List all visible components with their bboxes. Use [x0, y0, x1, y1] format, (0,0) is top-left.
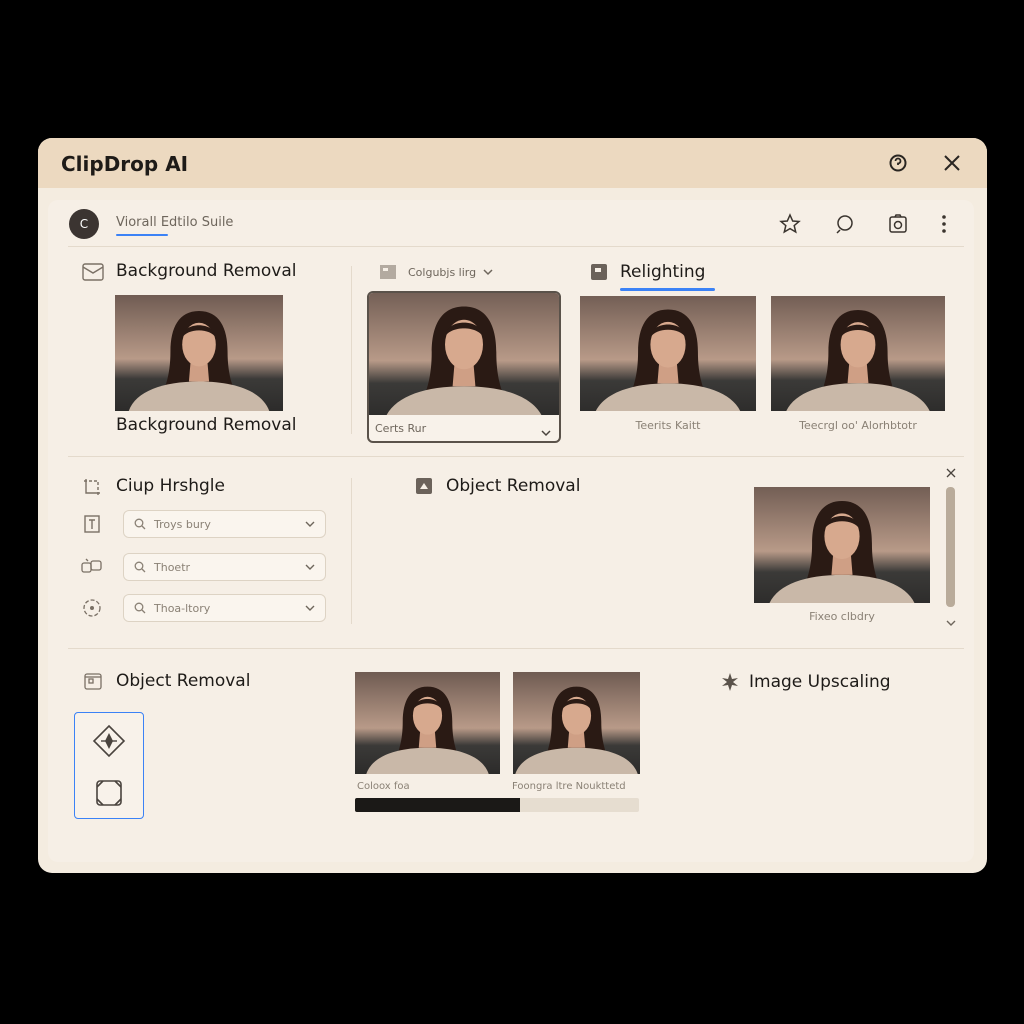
- result-caption-1: Coloox foa: [357, 781, 410, 792]
- transform-icon: [96, 780, 122, 806]
- search-icon: [836, 215, 853, 234]
- app-logo: C: [69, 209, 99, 239]
- relighting-preview-2[interactable]: [771, 296, 945, 411]
- background-removal-preview[interactable]: [115, 295, 283, 411]
- main-panel: C Viorall Edtilo Suile Background Remova…: [48, 200, 974, 862]
- object-removal-icon: [414, 476, 434, 496]
- chevron-down-icon: [305, 605, 315, 611]
- search-icon: [134, 561, 146, 573]
- move-icon: [92, 724, 126, 758]
- progress-fill: [355, 798, 520, 812]
- chevron-down-icon: [305, 521, 315, 527]
- top-divider-1: [351, 266, 352, 434]
- search-icon: [134, 518, 146, 530]
- filter-dropdown-3-value: Thoa-ltory: [154, 601, 211, 615]
- object-removal-preview-caption: Fixeo clbdry: [809, 610, 875, 623]
- filter-dropdown-2[interactable]: Thoetr: [123, 553, 326, 581]
- camera-icon: [889, 214, 907, 233]
- filter-dropdown-1[interactable]: Troys bury: [123, 510, 326, 538]
- filter-dropdown-3[interactable]: Thoa-ltory: [123, 594, 326, 622]
- filter-dropdown-2-value: Thoetr: [154, 560, 191, 574]
- document-icon: [82, 514, 102, 534]
- relight-icon: [589, 262, 609, 282]
- object-removal-tool-icon: [82, 670, 104, 692]
- panel-close-button[interactable]: [944, 466, 958, 480]
- scroll-down-button[interactable]: [944, 617, 958, 629]
- relighting-caption-2: Teecrgl oo' Alorhbtotr: [799, 419, 917, 432]
- layers-icon: [80, 556, 104, 576]
- star-icon: [779, 213, 801, 234]
- filter-dropdown-1-value: Troys bury: [154, 517, 211, 531]
- sparkle-icon: [719, 672, 741, 692]
- card-chevron-icon[interactable]: [541, 422, 551, 441]
- search-icon: [134, 602, 146, 614]
- relighting-preview-1[interactable]: [580, 296, 756, 411]
- close-icon: [944, 155, 960, 171]
- close-icon: [946, 468, 956, 478]
- section-divider-2: [68, 648, 964, 649]
- selected-style-preview: [369, 293, 559, 415]
- close-button[interactable]: [938, 149, 966, 177]
- chevron-down-icon: [482, 266, 494, 278]
- suite-label[interactable]: Viorall Edtilo Suile: [116, 215, 233, 230]
- move-tool-button[interactable]: [90, 722, 128, 760]
- progress-bar: [355, 798, 639, 812]
- result-caption-2: Foongra ltre Noukttetd: [512, 781, 626, 792]
- relighting-caption-1: Teerits Kaitt: [635, 419, 701, 432]
- clip-title: Ciup Hrshgle: [116, 476, 225, 496]
- chevron-down-icon: [946, 620, 956, 626]
- relighting-title[interactable]: Relighting: [620, 262, 705, 282]
- tool-palette: [74, 712, 144, 819]
- title-bar: ClipDrop AI: [38, 138, 987, 188]
- favorite-button[interactable]: [776, 210, 804, 238]
- more-button[interactable]: [934, 210, 954, 238]
- style-dropdown-label[interactable]: Colgubjs lirg: [408, 266, 476, 279]
- scrollbar-thumb[interactable]: [946, 487, 955, 607]
- search-button[interactable]: [831, 210, 859, 238]
- app-title: ClipDrop AI: [61, 152, 189, 176]
- toolbar-divider: [68, 246, 964, 247]
- section-divider-1: [68, 456, 964, 457]
- selected-style-card[interactable]: Certs Rur: [367, 291, 561, 443]
- object-removal-title: Object Removal: [446, 476, 581, 496]
- selected-style-caption: Certs Rur: [375, 422, 427, 435]
- object-removal-preview[interactable]: [754, 487, 930, 603]
- suite-tab-underline: [116, 234, 168, 236]
- transform-tool-button[interactable]: [90, 775, 128, 811]
- bottom-object-removal-title: Object Removal: [116, 671, 251, 691]
- help-icon: [889, 154, 907, 172]
- camera-button[interactable]: [884, 210, 912, 238]
- result-preview-2[interactable]: [513, 672, 640, 774]
- relighting-tab-underline: [620, 288, 715, 291]
- image-upscaling-title[interactable]: Image Upscaling: [749, 672, 891, 692]
- chevron-down-icon: [305, 564, 315, 570]
- crop-icon: [81, 262, 105, 282]
- middle-divider: [351, 478, 352, 624]
- dial-icon: [82, 598, 102, 618]
- frame-icon: [378, 263, 398, 281]
- background-removal-title: Background Removal: [116, 261, 297, 281]
- result-preview-1[interactable]: [355, 672, 500, 774]
- clip-icon: [81, 476, 103, 498]
- more-icon: [942, 215, 946, 233]
- help-button[interactable]: [884, 149, 912, 177]
- app-window: ClipDrop AI C Viorall Edtilo Suile Backg…: [38, 138, 987, 873]
- background-removal-caption: Background Removal: [116, 415, 297, 435]
